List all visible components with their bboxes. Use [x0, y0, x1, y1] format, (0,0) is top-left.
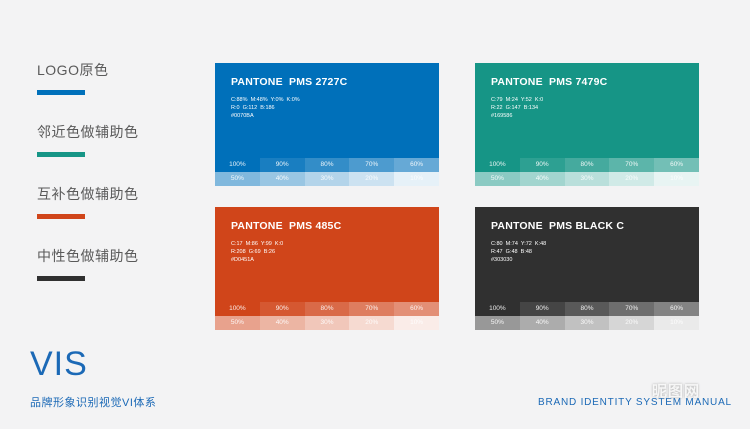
legend-swatch-bar [37, 90, 85, 95]
tint-swatch: 60% [394, 158, 439, 172]
legend-label: 中性色做辅助色 [37, 248, 139, 264]
legend-item-adjacent-color: 邻近色做辅助色 [37, 124, 177, 186]
hex-value: #D0451A [231, 257, 254, 263]
pantone-name: PANTONE PMS 7479C [491, 76, 608, 88]
tint-swatch: 50% [475, 172, 520, 186]
legend-swatch-bar [37, 152, 85, 157]
tint-swatch: 80% [304, 158, 350, 172]
rgb-values: R:208 G:69 B:26 [231, 249, 276, 255]
cmyk-values: C:88% M:48% Y:0% K:0% [231, 97, 300, 103]
legend-item-logo-color: LOGO原色 [37, 62, 177, 124]
tint-swatch: 40% [519, 316, 565, 330]
color-swatch: PANTONE PMS 7479C C:79 M:24 Y:52 K:0 R:22… [475, 63, 699, 158]
tint-row-dark: 100% 90% 80% 70% 60% [475, 302, 699, 316]
tint-swatch: 100% [475, 302, 520, 316]
tint-row-light: 50% 40% 30% 20% 10% [215, 172, 439, 186]
color-card-black: PANTONE PMS BLACK C C:80 M:74 Y:72 K:48 R… [475, 207, 699, 331]
tint-swatch: 20% [609, 172, 655, 186]
color-spec: C:17 M:86 Y:99 K:0 R:208 G:69 B:26 #D0451A [231, 240, 283, 264]
pantone-name: PANTONE PMS 485C [231, 220, 342, 232]
tint-swatch: 20% [349, 316, 395, 330]
tint-swatch: 70% [349, 158, 395, 172]
tint-swatch: 50% [215, 172, 260, 186]
tint-row-light: 50% 40% 30% 20% 10% [475, 316, 699, 330]
legend-swatch-bar [37, 214, 85, 219]
color-card-orange: PANTONE PMS 485C C:17 M:86 Y:99 K:0 R:208… [215, 207, 439, 331]
tint-swatch: 90% [519, 302, 565, 316]
rgb-values: R:47 G:48 B:48 [491, 249, 532, 255]
tint-row-light: 50% 40% 30% 20% 10% [475, 172, 699, 186]
rgb-values: R:22 G:147 B:134 [491, 105, 539, 111]
legend-label: LOGO原色 [37, 62, 109, 78]
pantone-name: PANTONE PMS 2727C [231, 76, 348, 88]
tint-swatch: 90% [259, 302, 305, 316]
legend-label: 邻近色做辅助色 [37, 124, 139, 140]
brand-manual-title: BRAND IDENTITY SYSTEM MANUAL [538, 397, 732, 408]
tint-swatch: 40% [259, 172, 305, 186]
legend-label: 互补色做辅助色 [37, 186, 139, 202]
tint-swatch: 60% [394, 302, 439, 316]
tint-swatch: 10% [654, 316, 699, 330]
tint-swatch: 80% [564, 158, 610, 172]
tint-swatch: 70% [609, 302, 655, 316]
tint-swatch: 40% [259, 316, 305, 330]
tint-swatch: 10% [394, 172, 439, 186]
tint-swatch: 60% [654, 302, 699, 316]
tint-swatch: 50% [215, 316, 260, 330]
tint-swatch: 90% [259, 158, 305, 172]
tint-row-light: 50% 40% 30% 20% 10% [215, 316, 439, 330]
tint-row-dark: 100% 90% 80% 70% 60% [215, 158, 439, 172]
color-swatch: PANTONE PMS 2727C C:88% M:48% Y:0% K:0% R… [215, 63, 439, 158]
color-swatch: PANTONE PMS 485C C:17 M:86 Y:99 K:0 R:208… [215, 207, 439, 302]
tint-swatch: 30% [304, 316, 350, 330]
tint-swatch: 10% [654, 172, 699, 186]
tint-swatch: 10% [394, 316, 439, 330]
tint-swatch: 70% [609, 158, 655, 172]
tint-swatch: 100% [215, 302, 260, 316]
pantone-name: PANTONE PMS BLACK C [491, 220, 625, 232]
tint-swatch: 80% [304, 302, 350, 316]
legend-swatch-bar [37, 276, 85, 281]
tint-swatch: 30% [564, 316, 610, 330]
color-card-teal: PANTONE PMS 7479C C:79 M:24 Y:52 K:0 R:22… [475, 63, 699, 187]
tint-swatch: 100% [475, 158, 520, 172]
hex-value: #169586 [491, 113, 513, 119]
color-legend: LOGO原色 邻近色做辅助色 互补色做辅助色 中性色做辅助色 [37, 62, 177, 310]
cmyk-values: C:17 M:86 Y:99 K:0 [231, 241, 284, 247]
color-card-blue: PANTONE PMS 2727C C:88% M:48% Y:0% K:0% R… [215, 63, 439, 187]
tint-swatch: 80% [564, 302, 610, 316]
legend-item-complementary-color: 互补色做辅助色 [37, 186, 177, 248]
cmyk-values: C:80 M:74 Y:72 K:48 [491, 241, 547, 247]
color-spec: C:79 M:24 Y:52 K:0 R:22 G:147 B:134 #16958… [491, 96, 543, 120]
rgb-values: R:0 G:112 B:186 [231, 105, 275, 111]
tint-swatch: 30% [304, 172, 350, 186]
tint-swatch: 50% [475, 316, 520, 330]
hex-value: #0070BA [231, 113, 254, 119]
tint-swatch: 100% [215, 158, 260, 172]
hex-value: #303030 [491, 257, 513, 263]
tint-swatch: 70% [349, 302, 395, 316]
tint-row-dark: 100% 90% 80% 70% 60% [475, 158, 699, 172]
tint-swatch: 20% [609, 316, 655, 330]
tint-swatch: 20% [349, 172, 395, 186]
tint-swatch: 30% [564, 172, 610, 186]
legend-item-neutral-color: 中性色做辅助色 [37, 248, 177, 310]
site-watermark: 昵图网 [652, 383, 701, 400]
vis-title: VIS [30, 345, 88, 383]
color-spec: C:80 M:74 Y:72 K:48 R:47 G:48 B:48 #303030 [491, 240, 546, 264]
tint-swatch: 40% [519, 172, 565, 186]
color-spec: C:88% M:48% Y:0% K:0% R:0 G:112 B:186 #007… [231, 96, 300, 120]
color-swatch: PANTONE PMS BLACK C C:80 M:74 Y:72 K:48 R… [475, 207, 699, 302]
tint-swatch: 60% [654, 158, 699, 172]
tint-swatch: 90% [519, 158, 565, 172]
tint-row-dark: 100% 90% 80% 70% 60% [215, 302, 439, 316]
cmyk-values: C:79 M:24 Y:52 K:0 [491, 97, 544, 103]
vis-subtitle: 品牌形象识别视觉VI体系 [30, 397, 157, 409]
